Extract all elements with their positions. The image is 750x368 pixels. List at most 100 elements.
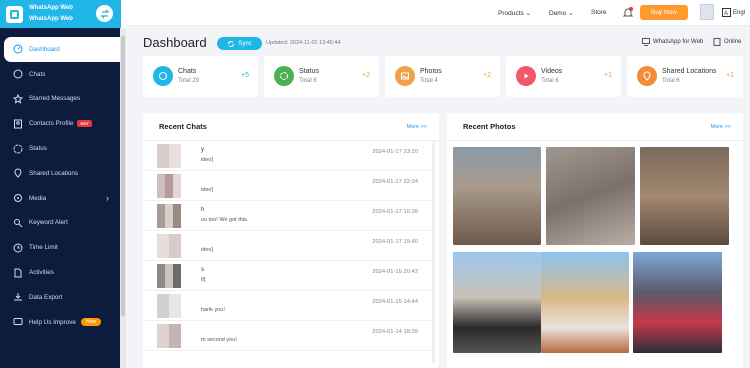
chevron-right-icon: ›: [106, 193, 109, 204]
card-increase: +1: [604, 72, 612, 79]
videos-card[interactable]: Videos Total 6 +1: [506, 56, 621, 97]
chat-icon: [153, 66, 173, 86]
sidebar-item-media[interactable]: Media ›: [0, 186, 121, 211]
avatar: [157, 234, 181, 258]
sync-icon: [228, 40, 235, 47]
language-icon: A: [722, 8, 731, 17]
video-icon: [516, 66, 536, 86]
store-link[interactable]: Store: [591, 9, 607, 16]
keyword-icon: [12, 217, 23, 228]
bell-icon[interactable]: [622, 6, 634, 18]
sidebar-item-help-us-improve[interactable]: Help Us Improve New: [0, 310, 121, 335]
sidebar-item-label: Chats: [29, 70, 46, 78]
card-name: Videos: [541, 68, 563, 75]
device-icon: [713, 38, 721, 46]
export-icon: [12, 292, 23, 303]
products-menu[interactable]: Products ⌄: [498, 9, 531, 17]
card-increase: +2: [483, 72, 491, 79]
status-card[interactable]: Status Total 8 +2: [264, 56, 379, 97]
buy-now-button[interactable]: Buy Now: [640, 5, 688, 20]
svg-text:A: A: [724, 11, 728, 17]
sidebar-item-time-limit[interactable]: Time Limit: [0, 235, 121, 260]
demo-menu[interactable]: Demo ⌄: [549, 9, 574, 17]
chat-row[interactable]: ideo] 2024-01-17 15:40: [143, 231, 432, 261]
chat-row[interactable]: hank you! 2024-01-15 14:44: [143, 291, 432, 321]
monitor-icon: [642, 38, 650, 46]
card-total: Total 4: [420, 78, 438, 84]
sidebar-item-label: Status: [29, 145, 47, 153]
sync-button[interactable]: Sync: [217, 37, 262, 50]
sidebar-item-dashboard[interactable]: Dashboard: [4, 37, 121, 62]
card-name: Status: [299, 68, 319, 75]
sidebar-item-label: Starred Messages: [29, 95, 81, 103]
sidebar-item-data-export[interactable]: Data Export: [0, 285, 121, 310]
sidebar-item-label: Media: [29, 194, 47, 202]
shared-locations-card[interactable]: Shared Locations Total 6 +1: [627, 56, 743, 97]
location-icon: [12, 168, 23, 179]
avatar: [157, 204, 181, 228]
chat-row[interactable]: ideo] 2024-01-17 22:34: [143, 171, 432, 201]
panel-title: Recent Chats: [159, 122, 207, 131]
avatar: [157, 144, 181, 168]
hot-badge: HOT: [77, 120, 92, 128]
chats-card[interactable]: Chats Total 29 +5: [143, 56, 258, 97]
chat-row[interactable]: y ideo] 2024-01-17 23:10: [143, 141, 432, 171]
status-icon: [274, 66, 294, 86]
sidebar-item-activities[interactable]: Activities: [0, 260, 121, 285]
new-badge: New: [80, 318, 101, 327]
photo-thumbnail[interactable]: [546, 147, 635, 245]
card-increase: +1: [726, 72, 734, 79]
sidebar-nav: Dashboard Chats Starred Messages Contact…: [0, 37, 121, 335]
chat-list-scrollbar[interactable]: [432, 141, 435, 363]
sidebar: WhatsApp Web WhatsApp Web Dashboard Chat…: [0, 0, 121, 368]
more-link[interactable]: More >>: [407, 124, 427, 130]
sidebar-item-shared-locations[interactable]: Shared Locations: [0, 161, 121, 186]
page-title: Dashboard: [143, 35, 207, 50]
sidebar-item-label: Activities: [29, 269, 54, 277]
card-increase: +5: [241, 72, 249, 79]
whatsapp-for-web-link[interactable]: WhatsApp for Web: [642, 38, 703, 46]
card-total: Total 8: [299, 78, 317, 84]
online-status: Online: [713, 38, 741, 46]
contact-icon: [12, 118, 23, 129]
sidebar-item-chats[interactable]: Chats: [0, 62, 121, 87]
panel-title: Recent Photos: [463, 122, 516, 131]
card-total: Total 6: [541, 78, 559, 84]
media-icon: [12, 193, 23, 204]
sidebar-item-status[interactable]: Status: [0, 136, 121, 161]
dashboard-icon: [12, 44, 23, 55]
more-link[interactable]: More >>: [711, 124, 731, 130]
chat-row[interactable]: h ou too! We got this. 2024-01-17 10:39: [143, 201, 432, 231]
photos-card[interactable]: Photos Total 4 +2: [385, 56, 500, 97]
clock-icon: [12, 242, 23, 253]
photo-thumbnail[interactable]: [541, 252, 629, 353]
sidebar-item-label: Dashboard: [29, 45, 60, 53]
avatar: [157, 174, 181, 198]
account-name: WhatsApp Web: [29, 16, 73, 22]
star-icon: [12, 93, 23, 104]
language-selector[interactable]: A Engl: [722, 8, 745, 17]
sidebar-item-contacts-profile[interactable]: Contacts Profile HOT: [0, 111, 121, 136]
recent-photos-panel: Recent Photos More >>: [447, 113, 743, 368]
photo-thumbnail[interactable]: [633, 252, 722, 353]
sidebar-item-starred-messages[interactable]: Starred Messages: [0, 87, 121, 112]
app-name: WhatsApp Web: [29, 5, 73, 11]
sidebar-item-label: Data Export: [29, 293, 63, 301]
chat-icon: [12, 69, 23, 80]
card-increase: +2: [362, 72, 370, 79]
photo-thumbnail[interactable]: [640, 147, 729, 245]
switch-account-icon[interactable]: [96, 5, 113, 22]
chat-row[interactable]: m second you! 2024-01-14 18:39: [143, 321, 432, 351]
app-header: WhatsApp Web WhatsApp Web: [0, 0, 121, 28]
chat-row[interactable]: s if] 2024-01-15 20:42: [143, 261, 432, 291]
top-navbar: Products ⌄ Demo ⌄ Store Buy Now A Engl: [126, 0, 750, 26]
sidebar-item-label: Shared Locations: [29, 169, 79, 177]
sidebar-item-label: Contacts Profile: [29, 120, 74, 128]
card-name: Chats: [178, 68, 197, 75]
photo-thumbnail[interactable]: [453, 252, 541, 353]
photo-thumbnail[interactable]: [453, 147, 541, 245]
sidebar-item-keyword-alert[interactable]: Keyword Alert: [0, 211, 121, 236]
card-total: Total 6: [662, 78, 680, 84]
sidebar-item-label: Keyword Alert: [29, 219, 68, 227]
avatar[interactable]: [700, 4, 714, 20]
